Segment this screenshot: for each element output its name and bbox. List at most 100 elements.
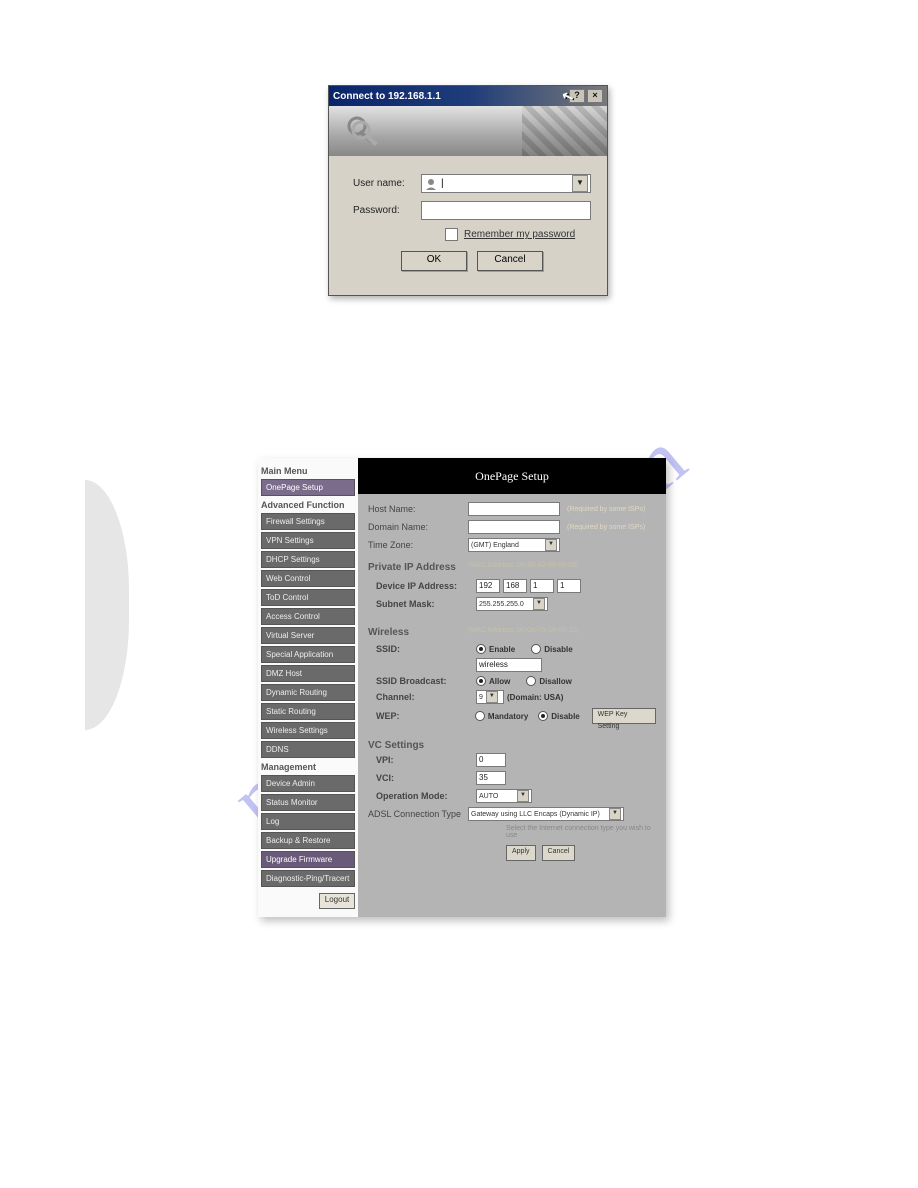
sidebar-item-dynrouting[interactable]: Dynamic Routing	[261, 684, 355, 701]
chevron-down-icon: ▼	[517, 790, 529, 802]
hostname-label: Host Name:	[368, 504, 468, 514]
router-page: Main Menu OnePage Setup Advanced Functio…	[258, 458, 666, 917]
sidebar-item-staticrouting[interactable]: Static Routing	[261, 703, 355, 720]
ip-octet-2-input[interactable]: 168	[503, 579, 527, 593]
vci-label: VCI:	[368, 773, 476, 783]
sidebar-heading-advanced: Advanced Function	[261, 500, 355, 510]
ssidbc-disallow-radio[interactable]	[526, 676, 536, 686]
ip-octet-4-input[interactable]: 1	[557, 579, 581, 593]
sidebar-item-virtualserver[interactable]: Virtual Server	[261, 627, 355, 644]
disallow-label: Disallow	[539, 677, 571, 686]
sidebar-item-vpn[interactable]: VPN Settings	[261, 532, 355, 549]
sidebar-item-dhcp[interactable]: DHCP Settings	[261, 551, 355, 568]
chevron-down-icon: ▼	[533, 598, 545, 610]
allow-label: Allow	[489, 677, 510, 686]
sidebar-item-special[interactable]: Special Application	[261, 646, 355, 663]
dialog-banner	[329, 106, 607, 156]
sidebar: Main Menu OnePage Setup Advanced Functio…	[258, 458, 358, 917]
vpi-label: VPI:	[368, 755, 476, 765]
sidebar-heading-main: Main Menu	[261, 466, 355, 476]
hostname-note: (Required by some ISPs)	[567, 506, 645, 513]
dialog-title: Connect to 192.168.1.1	[333, 91, 441, 102]
connect-dialog: Connect to 192.168.1.1 ↖ ? × User name: …	[328, 85, 608, 296]
sidebar-heading-mgmt: Management	[261, 762, 355, 772]
sidebar-item-webcontrol[interactable]: Web Control	[261, 570, 355, 587]
wepdisable-label: Disable	[551, 712, 579, 721]
opmode-select[interactable]: AUTO ▼	[476, 789, 532, 803]
sidebar-item-dmz[interactable]: DMZ Host	[261, 665, 355, 682]
cancel-button[interactable]: Cancel	[477, 251, 543, 271]
privateip-heading: Private IP Address	[368, 562, 468, 573]
ssidbc-label: SSID Broadcast:	[368, 676, 476, 686]
sidebar-item-backup[interactable]: Backup & Restore	[261, 832, 355, 849]
ssid-input[interactable]: wireless	[476, 658, 542, 672]
dialog-titlebar: Connect to 192.168.1.1 ↖ ? ×	[329, 86, 607, 106]
sidebar-item-ddns[interactable]: DDNS	[261, 741, 355, 758]
close-button[interactable]: ×	[587, 89, 603, 103]
sidebar-item-deviceadmin[interactable]: Device Admin	[261, 775, 355, 792]
remember-label: Remember my password	[464, 229, 575, 240]
domainname-note: (Required by some ISPs)	[567, 524, 645, 531]
user-icon	[424, 177, 438, 191]
adslconn-select[interactable]: Gateway using LLC Encaps (Dynamic IP) ▼	[468, 807, 624, 821]
timezone-label: Time Zone:	[368, 540, 468, 550]
password-label: Password:	[353, 205, 421, 216]
ssidbc-allow-radio[interactable]	[476, 676, 486, 686]
chevron-down-icon: ▼	[486, 691, 498, 703]
opmode-label: Operation Mode:	[368, 791, 476, 801]
chevron-down-icon: ▼	[545, 539, 557, 551]
cancel-button[interactable]: Cancel	[542, 845, 576, 861]
ssid-enable-radio[interactable]	[476, 644, 486, 654]
sidebar-item-onepage[interactable]: OnePage Setup	[261, 479, 355, 496]
sidebar-item-tod[interactable]: ToD Control	[261, 589, 355, 606]
username-input[interactable]: | ▼	[421, 174, 591, 193]
page-title: OnePage Setup	[358, 458, 666, 494]
mandatory-label: Mandatory	[488, 712, 528, 721]
sidebar-item-firewall[interactable]: Firewall Settings	[261, 513, 355, 530]
wireless-heading: Wireless	[368, 627, 468, 638]
channel-label: Channel:	[368, 692, 476, 702]
domainname-label: Domain Name:	[368, 522, 468, 532]
wep-key-setting-button[interactable]: WEP Key Setting	[592, 708, 656, 724]
keys-icon	[343, 112, 383, 152]
remember-checkbox[interactable]	[445, 228, 458, 241]
wep-disable-radio[interactable]	[538, 711, 548, 721]
ssid-disable-radio[interactable]	[531, 644, 541, 654]
sidebar-item-diag[interactable]: Diagnostic-Ping/Tracert	[261, 870, 355, 887]
adslconn-note: Select the Internet connection type you …	[506, 825, 656, 839]
ssid-label: SSID:	[368, 644, 476, 654]
timezone-select[interactable]: (GMT) England ▼	[468, 538, 560, 552]
username-dropdown-icon[interactable]: ▼	[572, 175, 588, 192]
channel-select[interactable]: 9 ▼	[476, 690, 504, 704]
page-tab-decoration	[85, 480, 129, 730]
ip-octet-1-input[interactable]: 192	[476, 579, 500, 593]
adslconn-label: ADSL Connection Type	[368, 809, 468, 819]
chevron-down-icon: ▼	[609, 808, 621, 820]
ip-octet-3-input[interactable]: 1	[530, 579, 554, 593]
vcsettings-heading: VC Settings	[368, 740, 656, 751]
ok-button[interactable]: OK	[401, 251, 467, 271]
sidebar-item-status[interactable]: Status Monitor	[261, 794, 355, 811]
password-input[interactable]	[421, 201, 591, 220]
sidebar-item-wireless[interactable]: Wireless Settings	[261, 722, 355, 739]
logout-button[interactable]: Logout	[319, 893, 355, 909]
main-panel: OnePage Setup Host Name: (Required by so…	[358, 458, 666, 917]
username-label: User name:	[353, 178, 421, 189]
apply-button[interactable]: Apply	[506, 845, 536, 861]
wep-mandatory-radio[interactable]	[475, 711, 485, 721]
hostname-input[interactable]	[468, 502, 560, 516]
vpi-input[interactable]: 0	[476, 753, 506, 767]
subnet-label: Subnet Mask:	[368, 599, 476, 609]
subnet-select[interactable]: 255.255.255.0 ▼	[476, 597, 548, 611]
vci-input[interactable]: 35	[476, 771, 506, 785]
sidebar-item-access[interactable]: Access Control	[261, 608, 355, 625]
sidebar-item-log[interactable]: Log	[261, 813, 355, 830]
enable-label: Enable	[489, 645, 515, 654]
sidebar-item-upgrade[interactable]: Upgrade Firmware	[261, 851, 355, 868]
mac-address-2: (MAC Address: 00-0A-79-18-06-32)	[468, 627, 579, 634]
domainname-input[interactable]	[468, 520, 560, 534]
channel-note: (Domain: USA)	[507, 693, 563, 702]
deviceip-label: Device IP Address:	[368, 581, 476, 591]
wep-label: WEP:	[368, 711, 475, 721]
mac-address-1: (MAC Address: 00-90-A2-08-06-08)	[468, 562, 579, 569]
